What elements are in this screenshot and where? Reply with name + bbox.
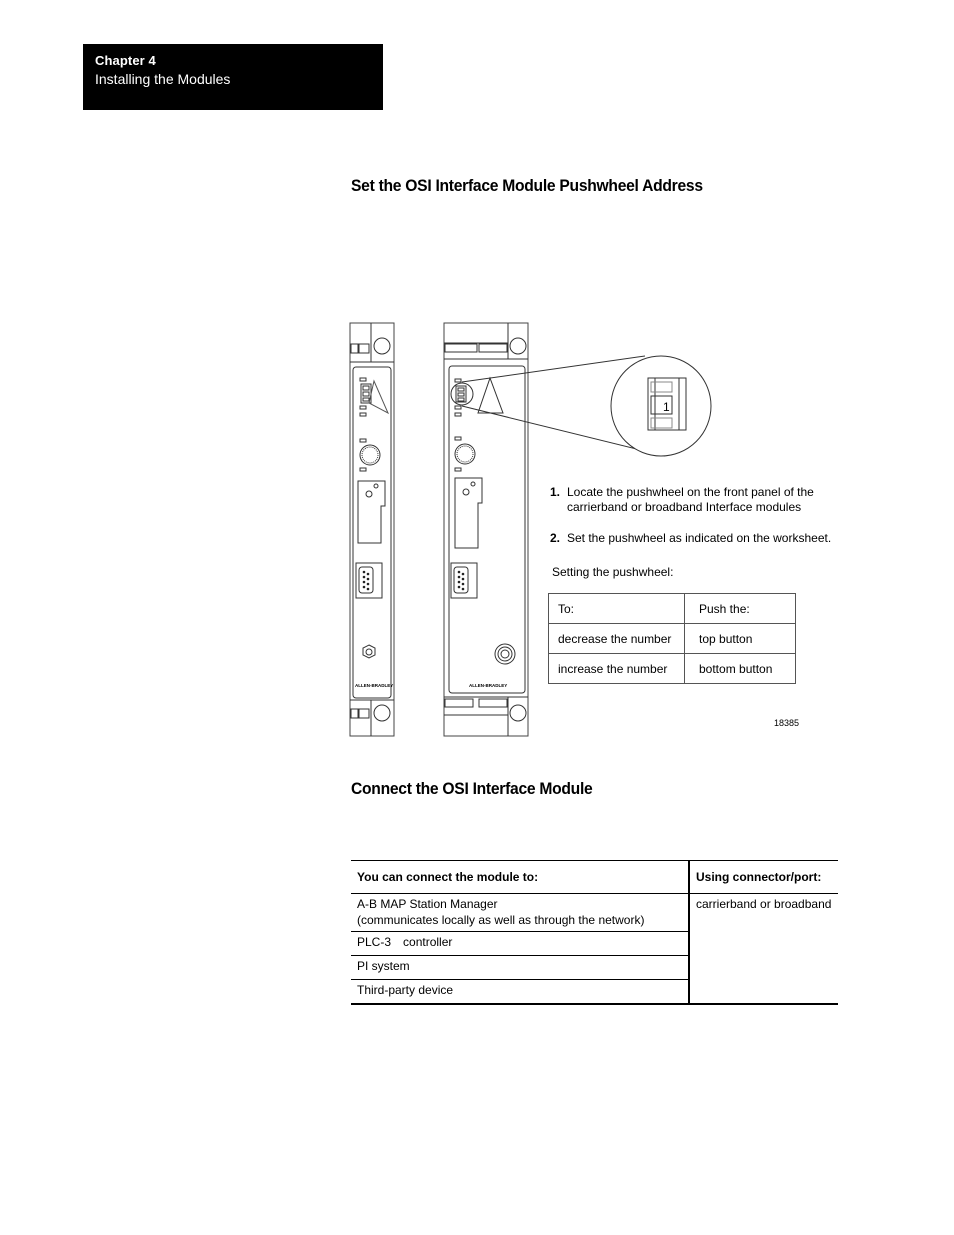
step-text: Locate the pushwheel on the front panel … bbox=[567, 485, 814, 514]
device-name: A-B MAP Station Manager bbox=[357, 897, 498, 911]
table-header-cell: Using connector/port: bbox=[688, 860, 838, 894]
chapter-title: Installing the Modules bbox=[95, 71, 231, 87]
section-heading-connect: Connect the OSI Interface Module bbox=[351, 779, 593, 798]
chapter-label: Chapter 4 bbox=[95, 53, 156, 68]
setting-label: Setting the pushwheel: bbox=[552, 565, 674, 579]
step-number: 1. bbox=[550, 485, 561, 499]
table-cell: decrease the number bbox=[548, 623, 685, 654]
step-text: Set the pushwheel as indicated on the wo… bbox=[567, 531, 832, 545]
pushwheel-table: To: Push the: decrease the number top bu… bbox=[548, 593, 796, 684]
table-cell: PI system bbox=[351, 955, 689, 980]
left-module-illustration: ALLEN-BRADLEY bbox=[349, 322, 395, 737]
table-header-row: You can connect the module to: Using con… bbox=[351, 860, 838, 894]
brand-label-right: ALLEN-BRADLEY bbox=[469, 683, 507, 688]
device-note: (communicates locally as well as through… bbox=[357, 913, 645, 927]
steps-list: 1. Locate the pushwheel on the front pan… bbox=[550, 485, 840, 562]
table-header-cell: You can connect the module to: bbox=[351, 860, 689, 894]
figure-number: 18385 bbox=[774, 718, 800, 728]
table-cell: A-B MAP Station Manager (communicates lo… bbox=[351, 893, 689, 932]
brand-label-left: ALLEN-BRADLEY bbox=[355, 683, 393, 688]
step-number: 2. bbox=[550, 531, 561, 545]
table-cell: Third-party device bbox=[351, 979, 689, 1005]
step-item: 1. Locate the pushwheel on the front pan… bbox=[550, 485, 840, 515]
port-cell: carrierband or broadband bbox=[688, 893, 838, 1005]
section-heading-pushwheel: Set the OSI Interface Module Pushwheel A… bbox=[351, 176, 703, 195]
pushwheel-digit: 1 bbox=[663, 400, 670, 414]
table-header-row: To: Push the: bbox=[548, 593, 796, 624]
table-cell: PLC-3 controller bbox=[351, 931, 689, 956]
table-row: A-B MAP Station Manager (communicates lo… bbox=[351, 893, 838, 1005]
chapter-header: Chapter 4 Installing the Modules bbox=[83, 44, 383, 110]
pushwheel-callout: 1 bbox=[461, 355, 712, 457]
table-header-cell: Push the: bbox=[684, 593, 796, 624]
connect-table: You can connect the module to: Using con… bbox=[351, 860, 838, 1005]
table-cell: increase the number bbox=[548, 653, 685, 684]
table-cell: top button bbox=[684, 623, 796, 654]
step-item: 2. Set the pushwheel as indicated on the… bbox=[550, 531, 840, 546]
table-row: increase the number bottom button bbox=[548, 653, 796, 684]
table-cell: bottom button bbox=[684, 653, 796, 684]
table-header-cell: To: bbox=[548, 593, 685, 624]
right-module-illustration: ALLEN-BRADLEY bbox=[443, 322, 529, 737]
table-row: decrease the number top button bbox=[548, 623, 796, 654]
